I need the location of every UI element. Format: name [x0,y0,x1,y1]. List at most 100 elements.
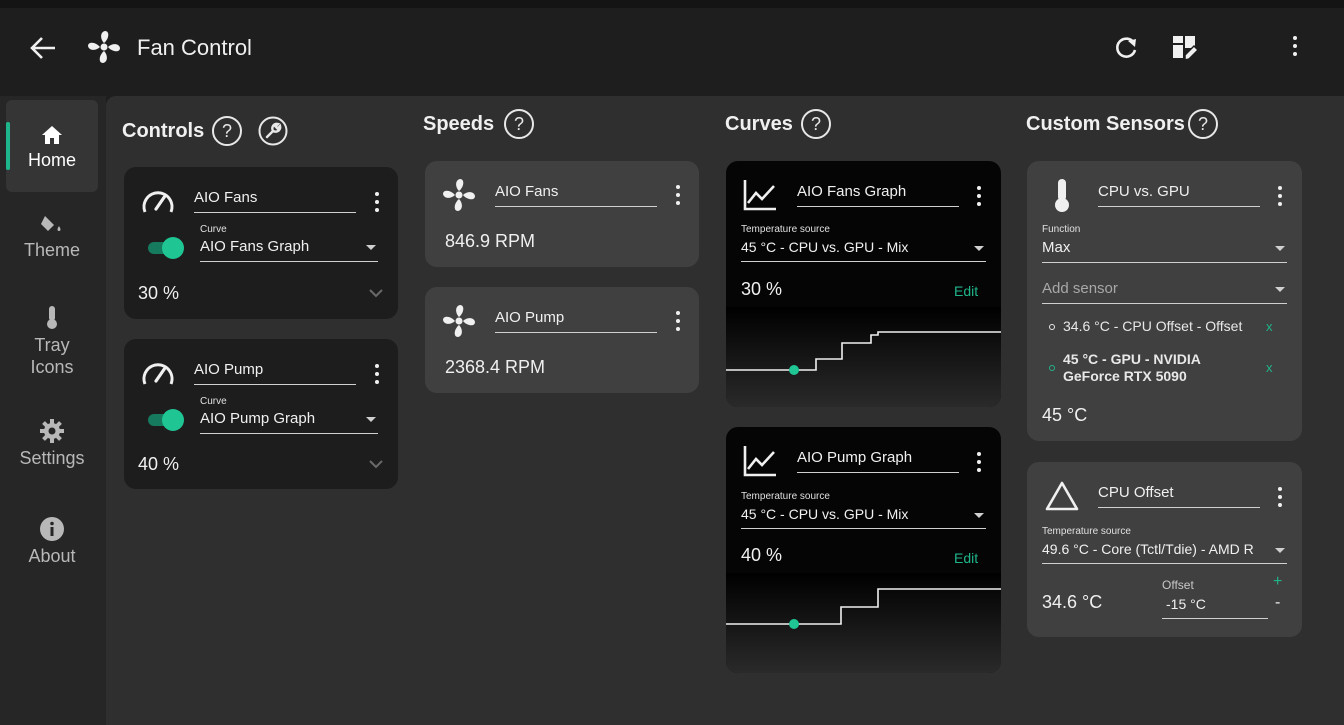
edit-curve-link[interactable]: Edit [954,283,978,299]
curve-select[interactable]: AIO Fans Graph [200,238,378,262]
speed-menu-icon[interactable] [673,311,683,333]
sidebar-item-home[interactable]: Home [6,100,98,192]
curve-current-point [789,365,799,375]
sensor-menu-icon[interactable] [1275,487,1285,509]
curves-title: Curves [725,113,793,135]
delta-triangle-icon [1045,481,1079,511]
control-value: 30 % [138,283,180,303]
app-header: Fan Control [0,0,1344,96]
window-strip [0,0,1344,8]
decrement-offset-button[interactable]: - [1275,594,1280,612]
dropdown-caret-icon [1275,246,1285,251]
refresh-icon[interactable] [1112,34,1140,62]
speed-name-field[interactable]: AIO Pump [495,309,657,333]
control-enable-toggle[interactable] [146,409,184,431]
sensor-item-line2: GeForce RTX 5090 [1063,368,1187,384]
curves-help-icon[interactable]: ? [801,109,831,139]
home-icon [42,126,62,144]
curve-current-point [789,619,799,629]
function-select[interactable]: Max [1042,239,1287,263]
function-select-value: Max [1042,239,1071,256]
temperature-source-label: Temperature source [1042,526,1131,537]
sidebar-item-tray-icons[interactable]: Tray Icons [6,304,98,386]
control-menu-icon[interactable] [372,192,382,214]
fan-icon [443,305,475,337]
more-options-icon[interactable] [1284,34,1306,62]
curve-menu-icon[interactable] [974,452,984,474]
sensor-value: 45 °C [1042,405,1088,425]
speed-menu-icon[interactable] [673,185,683,207]
back-arrow-icon[interactable] [28,34,58,62]
offset-label: Offset [1162,578,1194,592]
temperature-source-value: 45 °C - CPU vs. GPU - Mix [741,506,909,522]
dropdown-caret-icon [974,246,984,251]
control-menu-icon[interactable] [372,364,382,386]
curve-name-field[interactable]: AIO Pump Graph [797,449,959,473]
control-card-aio-pump: AIO Pump Curve AIO Pump Graph 40 % [124,339,398,489]
sensor-value: 34.6 °C [1042,592,1103,612]
custom-sensors-help-icon[interactable]: ? [1188,109,1218,139]
add-sensor-select[interactable]: Add sensor [1042,280,1287,304]
info-icon [40,517,64,541]
curve-value: 40 % [741,545,783,565]
graph-icon [743,446,776,477]
curve-select[interactable]: AIO Pump Graph [200,410,378,434]
chevron-down-icon[interactable] [368,459,384,469]
graph-icon [743,180,776,211]
temperature-source-value: 45 °C - CPU vs. GPU - Mix [741,239,909,255]
sidebar-item-settings[interactable]: Settings [6,418,98,474]
chevron-down-icon[interactable] [368,288,384,298]
curve-label: Curve [200,224,227,235]
temperature-source-select[interactable]: 45 °C - CPU vs. GPU - Mix [741,239,986,262]
speed-name-field[interactable]: AIO Fans [495,183,657,207]
curve-card-aio-fans-graph: AIO Fans Graph Temperature source 45 °C … [726,161,1001,407]
temperature-source-label: Temperature source [741,491,830,502]
increment-offset-button[interactable]: + [1273,573,1282,591]
custom-sensors-title: Custom Sensors [1026,113,1185,135]
sidebar-item-label: Tray Icons [30,335,74,377]
remove-sensor-button[interactable]: x [1266,319,1273,334]
sidebar-item-about[interactable]: About [6,516,98,572]
curve-label: Curve [200,396,227,407]
thermometer-icon [1055,179,1069,212]
sensor-menu-icon[interactable] [1275,186,1285,208]
control-name-field[interactable]: AIO Pump [194,361,356,385]
temperature-source-select[interactable]: 49.6 °C - Core (Tctl/Tdie) - AMD R [1042,541,1287,564]
curve-menu-icon[interactable] [974,186,984,208]
curve-card-aio-pump-graph: AIO Pump Graph Temperature source 45 °C … [726,427,1001,673]
curve-value: 30 % [741,279,783,299]
curve-graph[interactable] [726,573,1001,673]
main-panel: Controls ? AIO Fans Curve AIO Fans Graph… [106,96,1344,725]
dropdown-caret-icon [366,245,376,250]
edit-curve-link[interactable]: Edit [954,550,978,566]
function-label: Function [1042,224,1081,235]
controls-help-icon[interactable]: ? [212,116,242,146]
speeds-help-icon[interactable]: ? [504,109,534,139]
control-name-field[interactable]: AIO Fans [194,189,356,213]
remove-sensor-button[interactable]: x [1266,360,1273,375]
sidebar: Home Theme Tray Icons Settings About [0,96,106,725]
dropdown-caret-icon [1275,548,1285,553]
sensor-item: 45 °C - GPU - NVIDIA GeForce RTX 5090 [1063,351,1201,385]
speed-value: 2368.4 RPM [445,357,546,377]
offset-input[interactable]: -15 °C [1162,596,1268,619]
wrench-icon[interactable] [258,116,288,146]
sensor-name-field[interactable]: CPU vs. GPU [1098,183,1260,207]
add-sensor-placeholder: Add sensor [1042,280,1118,297]
curve-graph[interactable] [726,307,1001,407]
speeds-title: Speeds [423,113,495,135]
custom-sensor-card-cpu-offset: CPU Offset Temperature source 49.6 °C - … [1027,462,1302,637]
sensor-name-field[interactable]: CPU Offset [1098,484,1260,508]
thermometer-icon [47,306,57,329]
control-card-aio-fans: AIO Fans Curve AIO Fans Graph 30 % [124,167,398,319]
sidebar-item-label: About [28,546,76,566]
gear-icon [40,419,64,443]
temperature-source-select[interactable]: 45 °C - CPU vs. GPU - Mix [741,506,986,529]
sidebar-item-theme[interactable]: Theme [6,212,98,276]
dropdown-caret-icon [1275,287,1285,292]
control-enable-toggle[interactable] [146,237,184,259]
edit-layout-icon[interactable] [1170,33,1200,63]
speed-value: 846.9 RPM [445,231,536,251]
sidebar-item-label: Home [27,150,76,170]
curve-name-field[interactable]: AIO Fans Graph [797,183,959,207]
